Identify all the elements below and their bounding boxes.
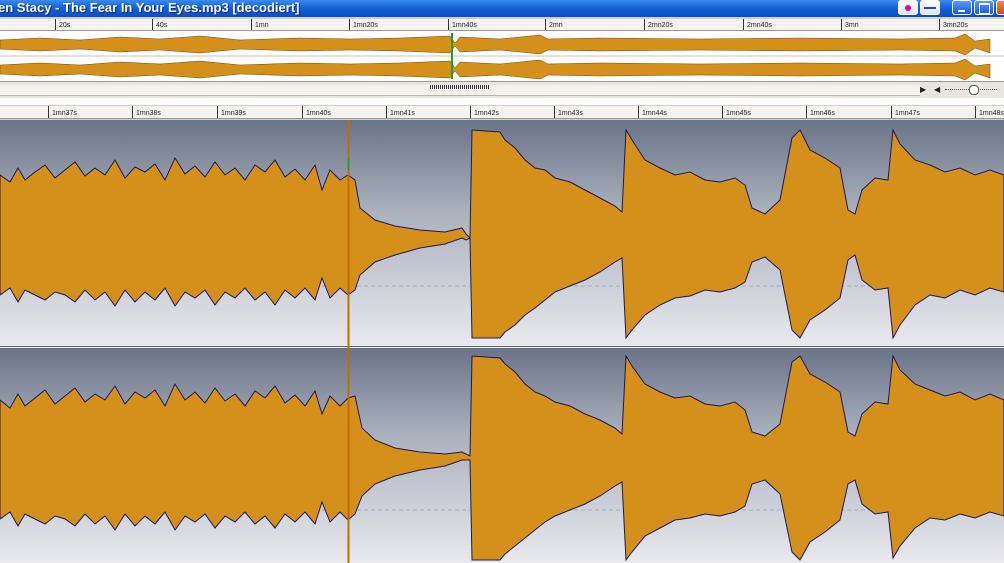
waveform-editor[interactable] (0, 120, 1004, 563)
main-tick-label: 1mn43s (558, 110, 583, 117)
scroll-thumb[interactable] (430, 85, 490, 89)
main-tick-label: 1mn47s (895, 110, 920, 117)
dash-icon[interactable] (920, 0, 940, 15)
main-tick-label: 1mn45s (726, 110, 751, 117)
main-tick-label: 1mn48s (979, 110, 1004, 117)
overview-tick-label: 2mn20s (648, 22, 673, 29)
overview-tick-label: 1mn40s (452, 22, 477, 29)
main-time-ruler[interactable]: 1mn37s 1mn38s 1mn39s 1mn40s 1mn41s 1mn42… (0, 106, 1004, 119)
triangle-left-icon[interactable]: ◀ (934, 85, 940, 95)
overview-tick-label: 40s (156, 22, 168, 29)
main-tick-label: 1mn42s (474, 110, 499, 117)
overview-tick-label: 2mn (549, 22, 563, 29)
main-tick-label: 1mn46s (810, 110, 835, 117)
overview-tick-label: 1mn (255, 22, 269, 29)
main-tick-label: 1mn41s (390, 110, 415, 117)
overview-tick-label: 3mn20s (943, 22, 968, 29)
close-icon[interactable] (996, 0, 1004, 15)
triangle-right-icon[interactable]: ▶ (920, 85, 926, 95)
scroll-track[interactable] (0, 85, 920, 96)
overview-tick-label: 1mn20s (353, 22, 378, 29)
playhead-layer (347, 120, 350, 563)
overview-tick-label: 20s (59, 22, 71, 29)
main-tick-label: 1mn39s (221, 110, 246, 117)
window-title: en Stacy - The Fear In Your Eyes.mp3 [de… (0, 0, 300, 15)
navigation-bar: ▶ ◀ (0, 82, 1004, 98)
main-tick-label: 1mn40s (306, 110, 331, 117)
overview-waveform[interactable] (0, 31, 1004, 82)
maximize-icon[interactable] (974, 0, 994, 15)
overview-tick-label: 2mn40s (747, 22, 772, 29)
main-tick-label: 1mn44s (642, 110, 667, 117)
record-icon[interactable] (898, 0, 918, 15)
window-titlebar: en Stacy - The Fear In Your Eyes.mp3 [de… (0, 0, 1004, 17)
main-tick-label: 1mn38s (136, 110, 161, 117)
main-tick-label: 1mn37s (52, 110, 77, 117)
minimize-icon[interactable] (952, 0, 972, 15)
overview-time-ruler[interactable]: 20s 40s 1mn 1mn20s 1mn40s 2mn 2mn20s 2mn… (0, 19, 1004, 31)
zoom-slider-knob[interactable] (969, 85, 979, 95)
overview-tick-label: 3mn (845, 22, 859, 29)
separator (0, 98, 1004, 105)
